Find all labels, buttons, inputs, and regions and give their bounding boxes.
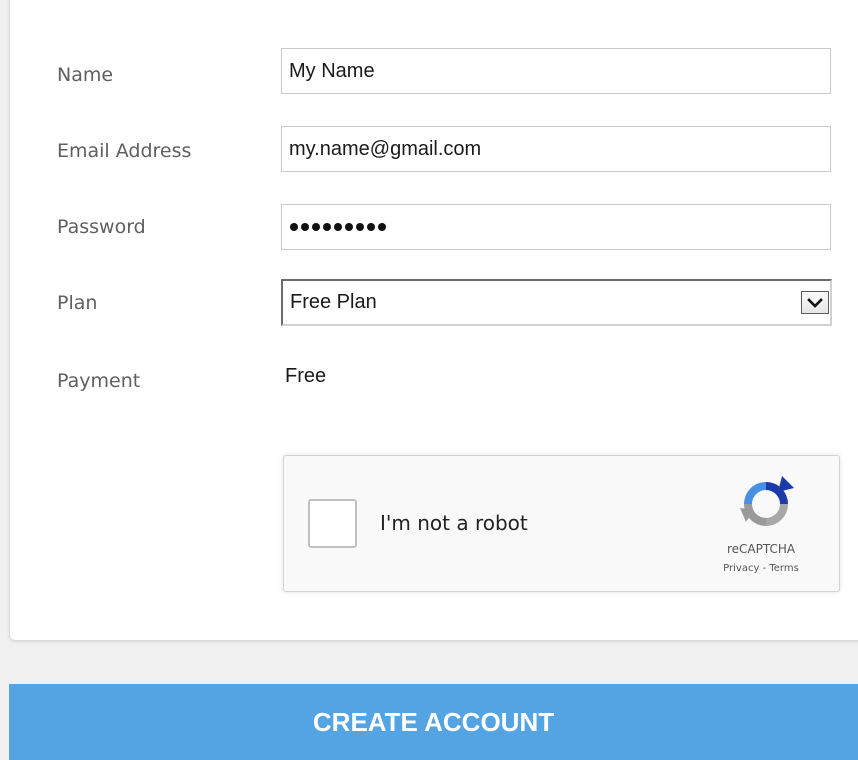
password-mask-dot [345, 223, 353, 231]
email-label: Email Address [57, 140, 192, 162]
recaptcha-terms-link[interactable]: Terms [769, 563, 798, 574]
recaptcha-brand: reCAPTCHA [726, 542, 796, 556]
password-label: Password [57, 216, 146, 238]
name-label: Name [57, 64, 114, 86]
create-account-button[interactable]: CREATE ACCOUNT [9, 684, 858, 760]
password-mask-dot [378, 223, 386, 231]
password-input[interactable] [281, 204, 831, 250]
recaptcha-widget: I'm not a robot reCAPTCHA Privacy - Term… [283, 455, 840, 592]
recaptcha-checkbox[interactable] [308, 499, 357, 548]
password-mask-dot [356, 223, 364, 231]
plan-select-dropdown-button[interactable] [801, 291, 829, 314]
password-mask-dot [323, 223, 331, 231]
payment-label: Payment [57, 370, 141, 392]
recaptcha-privacy-link[interactable]: Privacy [723, 563, 759, 574]
password-mask-dot [301, 223, 309, 231]
payment-value: Free [285, 365, 327, 387]
plan-select-value: Free Plan [290, 291, 377, 313]
email-input[interactable] [281, 126, 831, 172]
password-mask-dot [367, 223, 375, 231]
password-mask-dot [290, 223, 298, 231]
chevron-down-icon [807, 297, 823, 308]
recaptcha-checkbox-label: I'm not a robot [380, 511, 528, 535]
recaptcha-logo-icon [740, 476, 794, 526]
recaptcha-links-separator: - [759, 563, 770, 574]
plan-label: Plan [57, 292, 98, 314]
password-mask-dot [312, 223, 320, 231]
password-mask-dot [334, 223, 342, 231]
recaptcha-links: Privacy - Terms [686, 563, 836, 574]
plan-select[interactable]: Free Plan [281, 279, 832, 326]
name-input[interactable] [281, 48, 831, 94]
